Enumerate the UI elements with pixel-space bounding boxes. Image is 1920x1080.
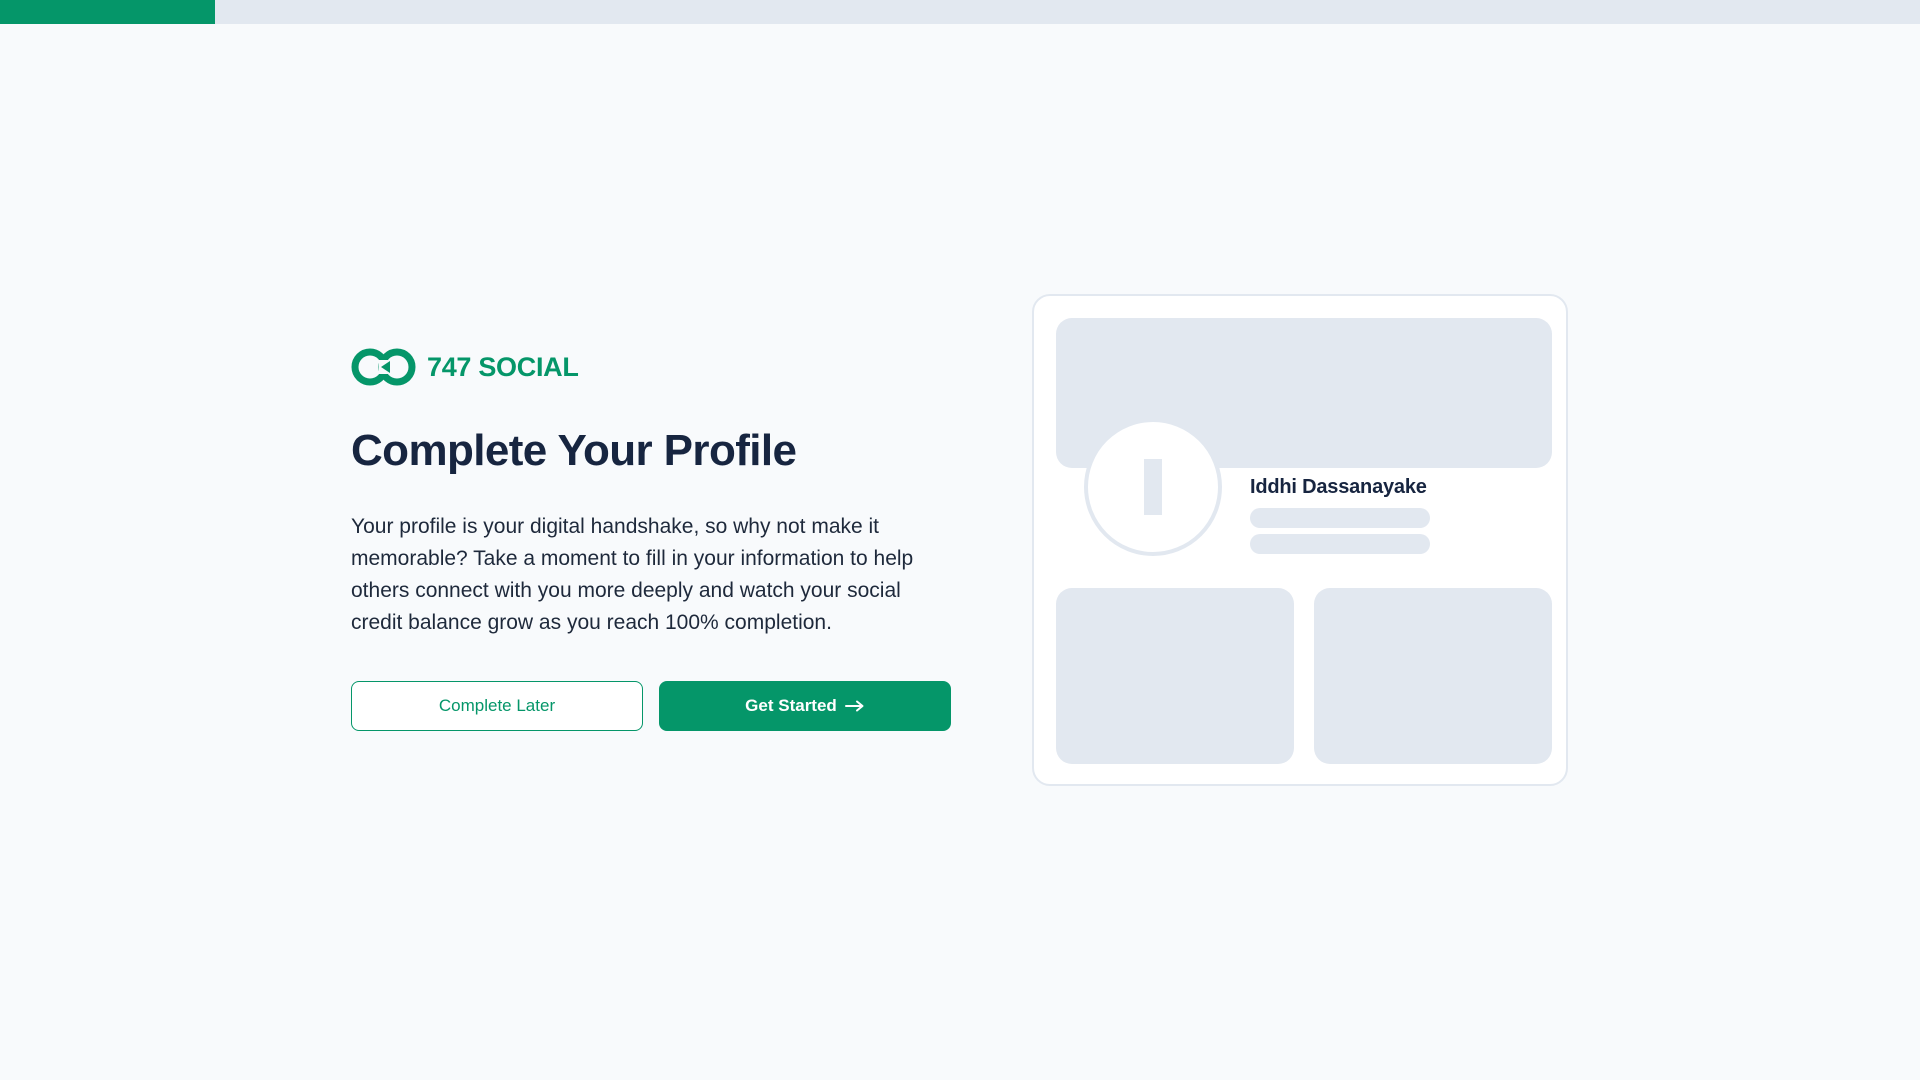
onboarding-intro: 747 SOCIAL Complete Your Profile Your pr… xyxy=(351,344,951,731)
content-tile-placeholder xyxy=(1056,588,1294,764)
brand-name: 747 SOCIAL xyxy=(427,351,579,382)
profile-name: Iddhi Dassanayake xyxy=(1250,476,1427,498)
letter-i-placeholder-icon xyxy=(1144,459,1162,515)
action-buttons: Complete Later Get Started xyxy=(351,680,951,731)
onboarding-progress-fill xyxy=(0,0,216,24)
content-tile-placeholder xyxy=(1314,588,1552,764)
get-started-label: Get Started xyxy=(745,695,837,715)
onboarding-progress-bar xyxy=(0,0,1920,24)
complete-later-label: Complete Later xyxy=(438,695,556,715)
infinity-play-logo-icon xyxy=(351,347,417,387)
get-started-button[interactable]: Get Started xyxy=(659,680,951,731)
text-skeleton-line xyxy=(1250,508,1430,528)
avatar xyxy=(1084,418,1222,556)
arrow-right-icon xyxy=(844,700,865,712)
profile-preview-card: Iddhi Dassanayake xyxy=(1032,294,1568,786)
brand-logo: 747 SOCIAL xyxy=(351,344,951,390)
page-title: Complete Your Profile xyxy=(351,426,797,475)
text-skeleton-line xyxy=(1250,534,1430,554)
page-description: Your profile is your digital handshake, … xyxy=(351,514,914,634)
complete-later-button[interactable]: Complete Later xyxy=(351,680,643,731)
